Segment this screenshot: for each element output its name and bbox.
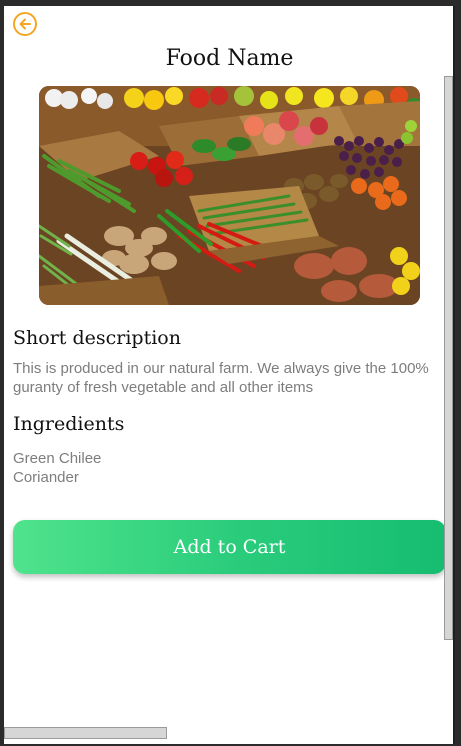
page-title: Food Name (165, 46, 294, 71)
arrow-left-icon (19, 18, 31, 30)
vertical-scrollbar[interactable] (444, 76, 453, 640)
add-to-cart-button[interactable]: Add to Cart (13, 520, 446, 574)
short-description-text: This is produced in our natural farm. We… (13, 360, 429, 396)
app-window: Food Name Short description This is prod… (4, 6, 455, 744)
short-description-heading: Short description (13, 327, 181, 349)
food-image (39, 86, 420, 305)
back-button[interactable] (13, 12, 37, 36)
horizontal-scrollbar[interactable] (4, 727, 167, 739)
ingredient-item: Coriander (13, 469, 79, 486)
window-divider (453, 6, 455, 744)
ingredient-item: Green Chilee (13, 450, 102, 467)
add-to-cart-label: Add to Cart (173, 536, 286, 558)
ingredients-heading: Ingredients (13, 413, 125, 435)
ingredients-list: Green Chilee Coriander (13, 449, 101, 487)
